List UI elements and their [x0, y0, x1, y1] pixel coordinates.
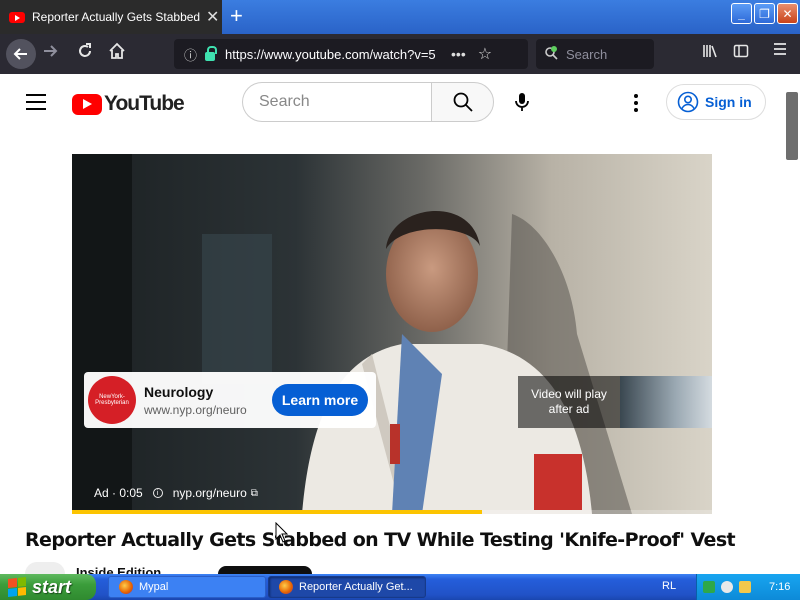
voice-search-button[interactable] [514, 92, 530, 117]
maximize-button[interactable]: ❐ [754, 3, 775, 24]
taskbar-item-mypal[interactable]: Mypal [108, 576, 266, 598]
account-circle-icon [677, 91, 699, 113]
browser-search-placeholder: Search [566, 46, 608, 62]
url-path: /watch?v=5 [369, 46, 436, 62]
advertiser-logo-text: NewYork-Presbyterian [95, 394, 129, 406]
advertiser-logo[interactable]: NewYork-Presbyterian [88, 376, 136, 424]
reload-icon [79, 43, 91, 57]
youtube-play-icon [72, 93, 102, 115]
taskbar-item-label: Reporter Actually Get... [299, 581, 413, 593]
channel-name[interactable]: Inside Edition [76, 565, 161, 574]
ad-card[interactable]: NewYork-Presbyterian Neurology www.nyp.o… [84, 372, 376, 428]
mouse-cursor-icon [275, 522, 289, 543]
page-scrollbar[interactable] [784, 74, 800, 574]
arrow-left-icon [13, 48, 27, 60]
page-actions-icon[interactable]: ••• [451, 46, 466, 62]
youtube-logo-text: YouTube [104, 92, 185, 115]
ad-progress-bar[interactable] [72, 510, 712, 514]
ad-progress-fill [72, 510, 482, 514]
library-icon[interactable] [702, 43, 718, 63]
home-button[interactable] [108, 42, 126, 65]
new-tab-button[interactable]: + [230, 4, 243, 28]
url-domain: youtube.com [295, 46, 370, 62]
lock-icon[interactable] [205, 45, 218, 61]
ad-title[interactable]: Neurology [144, 384, 247, 400]
tray-app-icon[interactable] [703, 581, 715, 593]
search-icon [453, 92, 473, 112]
screen: Reporter Actually Gets Stabbed on TV Whi… [0, 0, 800, 600]
ad-text: Neurology www.nyp.org/neuro [144, 384, 247, 417]
youtube-search-button[interactable] [431, 82, 494, 122]
search-engine-icon [544, 45, 558, 63]
bookmark-star-icon[interactable]: ☆ [478, 44, 492, 64]
guide-menu-icon[interactable] [26, 94, 46, 115]
info-icon[interactable]: ⓘ [184, 45, 197, 64]
url-text[interactable]: https://www.youtube.com/watch?v=5 [225, 47, 441, 62]
system-tray: 7:16 [696, 574, 800, 600]
start-label: start [32, 576, 72, 597]
video-title: Reporter Actually Gets Stabbed on TV Whi… [25, 529, 736, 551]
next-video-thumbnail [620, 376, 712, 428]
sign-in-label: Sign in [705, 94, 752, 110]
tab-title: Reporter Actually Gets Stabbed on TV Whi… [32, 10, 200, 24]
sign-in-button[interactable]: Sign in [666, 84, 766, 120]
windows-flag-icon [8, 577, 26, 597]
browser-tabstrip: Reporter Actually Gets Stabbed on TV Whi… [0, 0, 800, 34]
browser-app-icon [279, 580, 293, 594]
ad-preview[interactable]: Video will play after ad [518, 376, 712, 428]
browser-app-icon [119, 580, 133, 594]
subscribe-button[interactable] [218, 566, 312, 574]
window-controls: _ ❐ ✕ [731, 3, 798, 24]
clock[interactable]: 7:16 [769, 581, 790, 593]
taskbar-item-video[interactable]: Reporter Actually Get... [268, 576, 426, 598]
sidebar-icon[interactable] [733, 43, 749, 63]
ad-info-icon[interactable]: i [152, 488, 163, 498]
scrollbar-thumb[interactable] [786, 92, 798, 160]
learn-more-button[interactable]: Learn more [272, 384, 368, 416]
ad-countdown: Ad · 0:05 [94, 486, 143, 500]
youtube-search [242, 82, 494, 122]
youtube-header: YouTube Sign in [0, 74, 784, 130]
video-frame-image [72, 154, 712, 514]
youtube-favicon-icon [9, 11, 25, 23]
youtube-logo[interactable]: YouTube [72, 92, 185, 116]
microphone-icon [515, 93, 529, 111]
channel-avatar[interactable] [25, 562, 65, 574]
browser-search-box[interactable]: Search [536, 39, 654, 69]
home-icon [109, 42, 125, 59]
external-link-icon[interactable]: ⧉ [251, 488, 258, 499]
settings-more-icon[interactable] [634, 94, 638, 115]
browser-toolbar: ⓘ https://www.youtube.com/watch?v=5 ••• … [0, 34, 800, 74]
hamburger-menu-icon[interactable] [772, 41, 788, 62]
ad-url[interactable]: www.nyp.org/neuro [144, 403, 247, 417]
video-player[interactable]: NewYork-Presbyterian Neurology www.nyp.o… [72, 154, 712, 514]
arrow-right-icon [44, 45, 58, 57]
address-bar[interactable]: ⓘ https://www.youtube.com/watch?v=5 ••• … [174, 39, 528, 69]
tray-network-icon[interactable] [721, 581, 733, 593]
windows-taskbar: start Mypal Reporter Actually Get... RL … [0, 574, 800, 600]
tray-volume-icon[interactable] [739, 581, 751, 593]
ad-badge-url[interactable]: nyp.org/neuro [173, 486, 247, 500]
forward-button[interactable] [42, 43, 58, 64]
close-window-button[interactable]: ✕ [777, 3, 798, 24]
start-button[interactable]: start [0, 574, 96, 600]
url-prefix: https://www. [225, 46, 296, 62]
ad-preview-text: Video will play after ad [531, 387, 607, 416]
taskbar-item-label: Mypal [139, 581, 169, 593]
minimize-button[interactable]: _ [731, 3, 752, 24]
youtube-search-input[interactable] [242, 82, 432, 122]
tab-close-icon[interactable]: ✕ [206, 7, 219, 27]
language-indicator[interactable]: RL [662, 580, 676, 592]
browser-tab-active[interactable]: Reporter Actually Gets Stabbed on TV Whi… [0, 0, 222, 34]
back-button[interactable] [6, 39, 36, 69]
reload-button[interactable] [76, 42, 94, 66]
ad-badge: Ad · 0:05 i nyp.org/neuro ⧉ [94, 486, 258, 500]
